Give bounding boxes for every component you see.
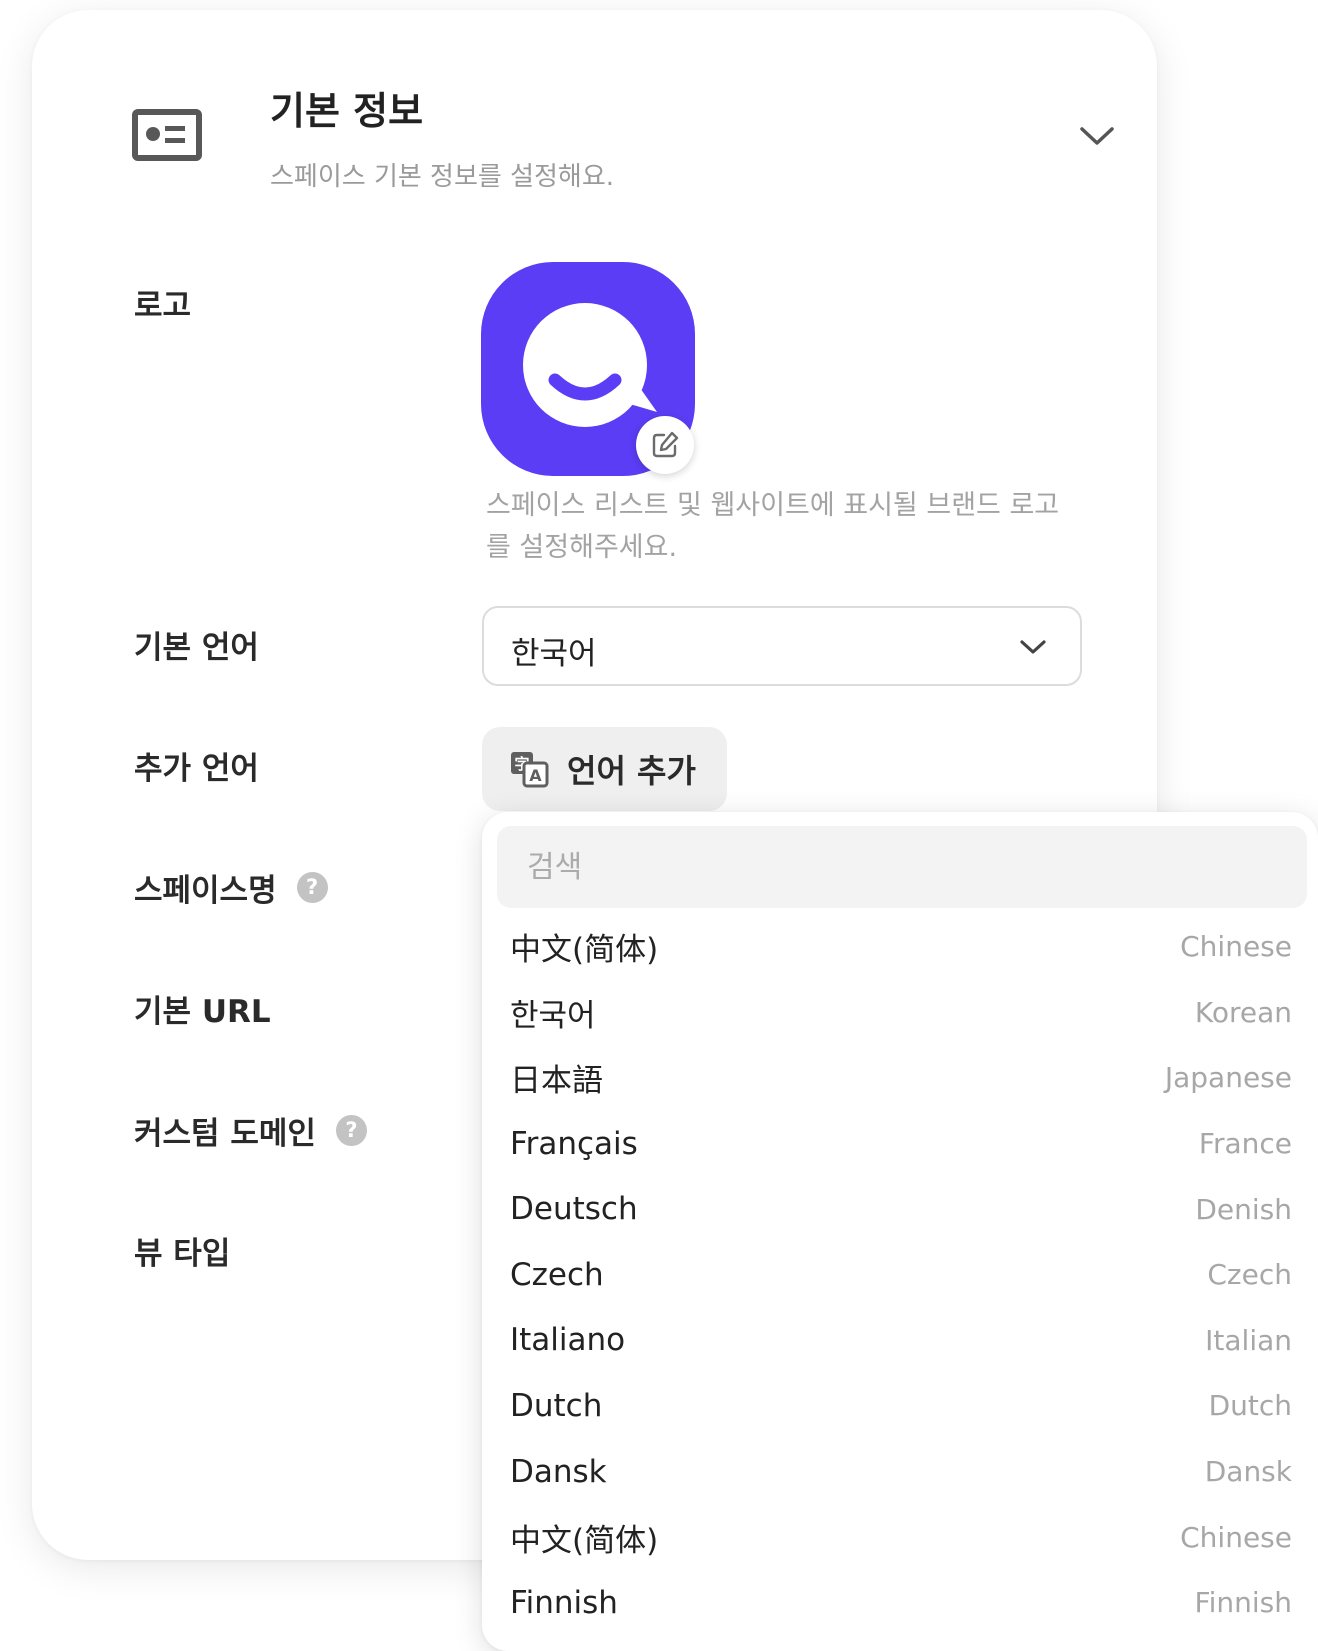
add-language-label: 언어 추가 [567,752,696,790]
language-english-name: Denish [1195,1192,1292,1226]
language-native-name: Dutch [510,1387,603,1424]
additional-language-label-text: 추가 언어 [134,751,259,787]
space-name-label-text: 스페이스명 [134,873,277,909]
logo-help-text: 스페이스 리스트 및 웹사이트에 표시될 브랜드 로고를 설정해주세요. [486,490,1060,563]
chevron-down-icon [1020,640,1046,654]
language-option[interactable]: Dansk Dansk [482,1439,1318,1505]
add-language-button[interactable]: 字 A 언어 추가 [482,727,727,811]
pencil-edit-icon [652,431,679,458]
view-type-label-text: 뷰 타입 [134,1236,231,1272]
custom-domain-label-text: 커스텀 도메인 [134,1116,316,1152]
logo-label-text: 로고 [134,288,192,324]
default-language-value: 한국어 [511,636,597,672]
language-option[interactable]: Deutsch Denish [482,1176,1318,1242]
language-option[interactable]: Italiano Italian [482,1308,1318,1374]
space-name-label: 스페이스명 ? [134,865,328,910]
language-option[interactable]: 中文(简体) Chinese [482,1504,1318,1570]
additional-language-label: 추가 언어 [134,743,259,788]
language-option[interactable]: 日本語 Japanese [482,1045,1318,1111]
language-native-name: Italiano [510,1322,626,1359]
logo-label: 로고 [134,280,191,325]
language-native-name: 日本語 [510,1063,603,1100]
language-dropdown: 中文(简体) Chinese 한국어 Korean 日本語 Japanese F… [482,812,1318,1651]
svg-text:A: A [529,766,542,785]
base-url-label: 기본 URL [134,986,271,1031]
translate-icon: 字 A [511,752,549,788]
section-description: 스페이스 기본 정보를 설정해요. [270,162,615,192]
language-native-name: 中文(简体) [510,1522,659,1559]
logo-edit-button[interactable] [636,416,694,474]
language-english-name: Chinese [1180,1520,1292,1554]
section-title: 기본 정보 [270,89,424,133]
language-english-name: Italian [1205,1323,1292,1357]
language-english-name: Czech [1207,1258,1292,1292]
language-option[interactable]: Français France [482,1111,1318,1177]
default-language-label: 기본 언어 [134,622,259,667]
language-option-list: 中文(简体) Chinese 한국어 Korean 日本語 Japanese F… [482,914,1318,1636]
language-english-name: Finnish [1194,1586,1292,1620]
language-english-name: Korean [1194,995,1292,1029]
language-english-name: Chinese [1180,930,1292,964]
view-type-label: 뷰 타입 [134,1228,230,1273]
id-card-icon [132,109,202,161]
question-circle-icon[interactable]: ? [335,1115,367,1146]
language-option[interactable]: Dutch Dutch [482,1373,1318,1439]
language-option[interactable]: Czech Czech [482,1242,1318,1308]
language-english-name: Dutch [1208,1389,1292,1423]
language-search-input[interactable] [497,826,1307,908]
custom-domain-label: 커스텀 도메인 ? [134,1108,367,1153]
language-native-name: 한국어 [510,997,596,1034]
language-native-name: 中文(简体) [510,932,659,969]
language-english-name: Japanese [1164,1061,1292,1095]
language-native-name: Français [510,1125,638,1162]
language-option[interactable]: Finnish Finnish [482,1570,1318,1636]
language-english-name: France [1198,1127,1292,1161]
default-language-select[interactable]: 한국어 [482,606,1082,686]
language-native-name: Czech [510,1256,604,1293]
collapse-chevron-icon[interactable] [1077,121,1117,151]
language-english-name: Dansk [1204,1455,1292,1489]
language-option[interactable]: 中文(简体) Chinese [482,914,1318,980]
language-native-name: Deutsch [510,1191,638,1228]
language-native-name: Finnish [510,1584,618,1621]
language-native-name: Dansk [510,1453,607,1490]
language-option[interactable]: 한국어 Korean [482,980,1318,1046]
question-circle-icon[interactable]: ? [296,872,328,903]
default-language-label-text: 기본 언어 [134,630,259,666]
base-url-label-text: 기본 URL [134,994,271,1030]
